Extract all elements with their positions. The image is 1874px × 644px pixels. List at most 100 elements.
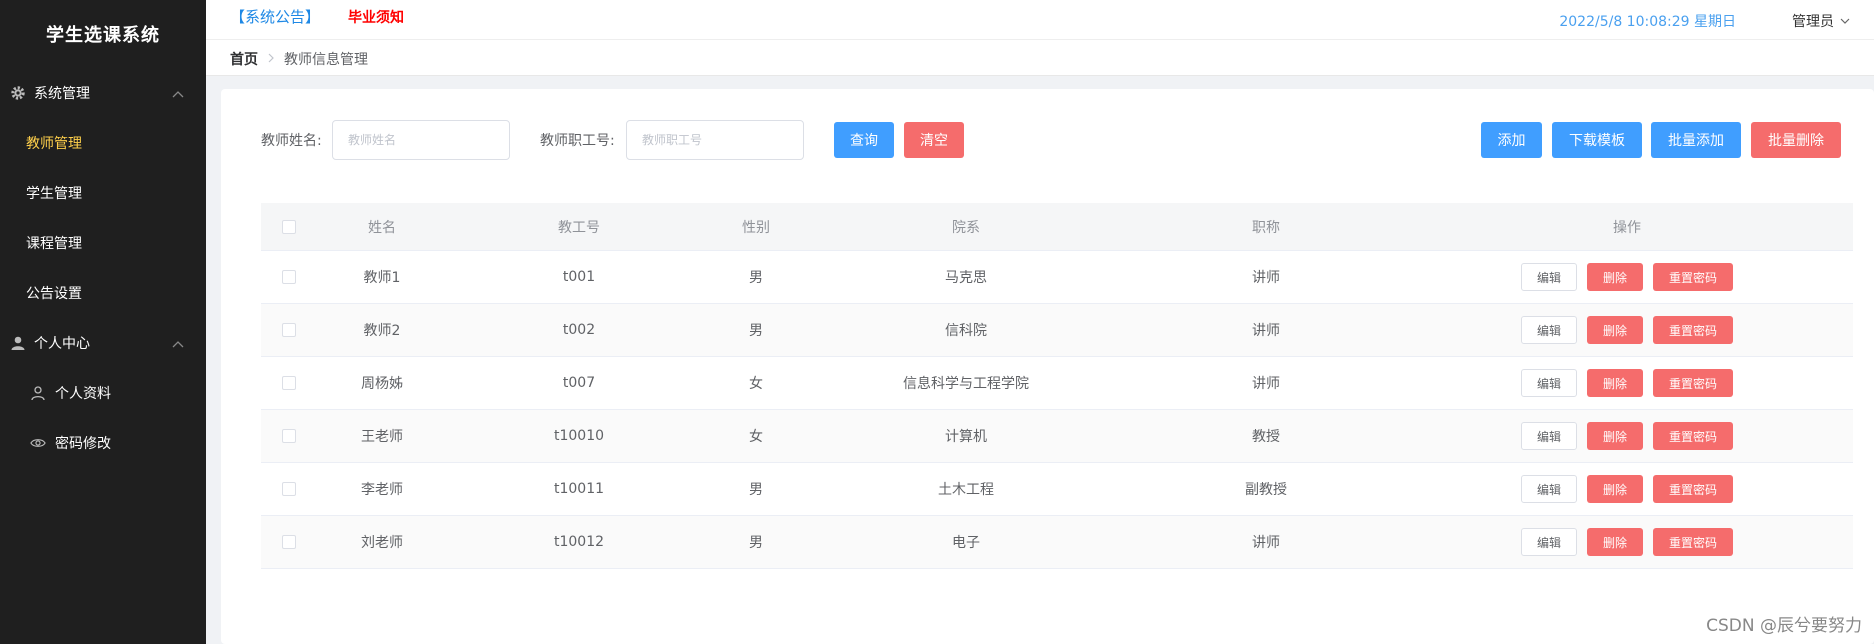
- breadcrumb-current: 教师信息管理: [284, 52, 368, 68]
- cell-name: 周杨姊: [361, 376, 403, 392]
- reset-password-button[interactable]: 重置密码: [1653, 316, 1733, 344]
- content-card: 教师姓名: 教师职工号: 查询 清空 添加 下载模板 批量添加 批量删除 姓名 …: [221, 89, 1874, 644]
- download-template-button[interactable]: 下载模板: [1552, 122, 1642, 158]
- cell-dept: 计算机: [945, 429, 987, 445]
- watermark: CSDN @辰兮要努力: [1706, 616, 1862, 636]
- delete-button[interactable]: 删除: [1587, 528, 1643, 556]
- chevron-right-icon: [268, 51, 274, 67]
- cell-name: 教师1: [363, 270, 401, 286]
- cell-title: 讲师: [1252, 376, 1280, 392]
- menu-group-personal[interactable]: 个人中心: [0, 318, 206, 368]
- breadcrumb-home[interactable]: 首页: [230, 49, 258, 69]
- notice-tag: 【系统公告】: [230, 8, 321, 26]
- row-select-cell: [261, 376, 317, 390]
- add-button[interactable]: 添加: [1481, 122, 1542, 158]
- cell-dept: 马克思: [945, 270, 987, 286]
- row-checkbox[interactable]: [282, 270, 296, 284]
- cell-dept: 土木工程: [938, 482, 994, 498]
- reset-password-button[interactable]: 重置密码: [1653, 369, 1733, 397]
- cell-gender: 女: [749, 429, 763, 445]
- sidebar-item-notice[interactable]: 公告设置: [0, 268, 206, 318]
- row-select-cell: [261, 429, 317, 443]
- eye-icon: [30, 435, 46, 451]
- menu-group-system[interactable]: 系统管理: [0, 68, 206, 118]
- cell-ops: 编辑 删除 重置密码: [1401, 475, 1853, 503]
- header-no: 教工号: [558, 219, 600, 236]
- reset-password-button[interactable]: 重置密码: [1653, 475, 1733, 503]
- table-row: 王老师 t10010 女 计算机 教授 编辑 删除 重置密码: [261, 410, 1853, 463]
- cell-name: 刘老师: [361, 535, 403, 551]
- row-select-cell: [261, 535, 317, 549]
- cell-gender: 男: [749, 535, 763, 551]
- cell-no: t10010: [553, 428, 605, 444]
- table-row: 教师1 t001 男 马克思 讲师 编辑 删除 重置密码: [261, 251, 1853, 304]
- teacher-no-input[interactable]: [626, 120, 804, 160]
- cell-title: 讲师: [1252, 323, 1280, 339]
- sidebar-item-student[interactable]: 学生管理: [0, 168, 206, 218]
- query-button[interactable]: 查询: [834, 122, 894, 158]
- cell-ops: 编辑 删除 重置密码: [1401, 422, 1853, 450]
- cell-no: t007: [562, 375, 596, 391]
- select-all-checkbox[interactable]: [282, 219, 296, 234]
- datetime: 2022/5/8 10:08:29 星期日: [1559, 14, 1736, 30]
- table-row: 李老师 t10011 男 土木工程 副教授 编辑 删除 重置密码: [261, 463, 1853, 516]
- row-checkbox[interactable]: [282, 482, 296, 496]
- edit-button[interactable]: 编辑: [1521, 263, 1577, 291]
- batch-delete-button[interactable]: 批量删除: [1751, 122, 1841, 158]
- user-outline-icon: [30, 385, 46, 401]
- sidebar-item-course[interactable]: 课程管理: [0, 218, 206, 268]
- user-name: 管理员: [1792, 14, 1834, 30]
- sidebar-item-teacher[interactable]: 教师管理: [0, 118, 206, 168]
- delete-button[interactable]: 删除: [1587, 263, 1643, 291]
- reset-password-button[interactable]: 重置密码: [1653, 263, 1733, 291]
- header-gender: 性别: [742, 219, 770, 236]
- menu-group-label: 个人中心: [34, 336, 90, 352]
- sidebar-item-profile[interactable]: 个人资料: [0, 368, 206, 418]
- edit-button[interactable]: 编辑: [1521, 528, 1577, 556]
- edit-button[interactable]: 编辑: [1521, 316, 1577, 344]
- batch-add-button[interactable]: 批量添加: [1651, 122, 1741, 158]
- delete-button[interactable]: 删除: [1587, 316, 1643, 344]
- edit-button[interactable]: 编辑: [1521, 369, 1577, 397]
- delete-button[interactable]: 删除: [1587, 369, 1643, 397]
- notice-link[interactable]: 毕业须知: [348, 7, 404, 27]
- edit-button[interactable]: 编辑: [1521, 422, 1577, 450]
- cell-title: 教授: [1252, 429, 1280, 445]
- teacher-name-input[interactable]: [332, 120, 510, 160]
- user-icon: [10, 335, 26, 351]
- cell-dept: 信息科学与工程学院: [903, 376, 1029, 392]
- row-select-cell: [261, 323, 317, 337]
- row-checkbox[interactable]: [282, 323, 296, 337]
- row-select-cell: [261, 270, 317, 284]
- cell-gender: 男: [749, 323, 763, 339]
- cell-no: t10012: [553, 534, 605, 550]
- table-row: 刘老师 t10012 男 电子 讲师 编辑 删除 重置密码: [261, 516, 1853, 569]
- teacher-table: 姓名 教工号 性别 院系 职称 操作 教师1 t001 男马克思 讲师 编辑 删除 重置密码…: [261, 203, 1853, 569]
- row-select-cell: [261, 482, 317, 496]
- chevron-up-icon: [172, 86, 184, 102]
- reset-password-button[interactable]: 重置密码: [1653, 422, 1733, 450]
- delete-button[interactable]: 删除: [1587, 422, 1643, 450]
- cell-name: 李老师: [361, 482, 403, 498]
- clear-button[interactable]: 清空: [904, 122, 964, 158]
- select-all-cell: [261, 219, 317, 234]
- breadcrumb: 首页 教师信息管理: [230, 49, 368, 69]
- table-row: 周杨姊 t007 女 信息科学与工程学院 讲师 编辑 删除 重置密码: [261, 357, 1853, 410]
- header-ops: 操作: [1613, 219, 1641, 236]
- row-checkbox[interactable]: [282, 429, 296, 443]
- table-row: 教师2 t002 男 信科院 讲师 编辑 删除 重置密码: [261, 304, 1853, 357]
- user-menu[interactable]: 管理员: [1792, 11, 1850, 31]
- teacher-no-label: 教师职工号:: [540, 133, 615, 149]
- chevron-up-icon: [172, 336, 184, 352]
- delete-button[interactable]: 删除: [1587, 475, 1643, 503]
- row-checkbox[interactable]: [282, 376, 296, 390]
- edit-button[interactable]: 编辑: [1521, 475, 1577, 503]
- reset-password-button[interactable]: 重置密码: [1653, 528, 1733, 556]
- chevron-down-icon: [1840, 18, 1850, 24]
- cell-gender: 男: [749, 482, 763, 498]
- cell-gender: 女: [749, 376, 763, 392]
- table-header: 姓名 教工号 性别 院系 职称 操作: [261, 203, 1853, 251]
- row-checkbox[interactable]: [282, 535, 296, 549]
- cell-no: t002: [562, 322, 596, 338]
- sidebar-item-password[interactable]: 密码修改: [0, 418, 206, 468]
